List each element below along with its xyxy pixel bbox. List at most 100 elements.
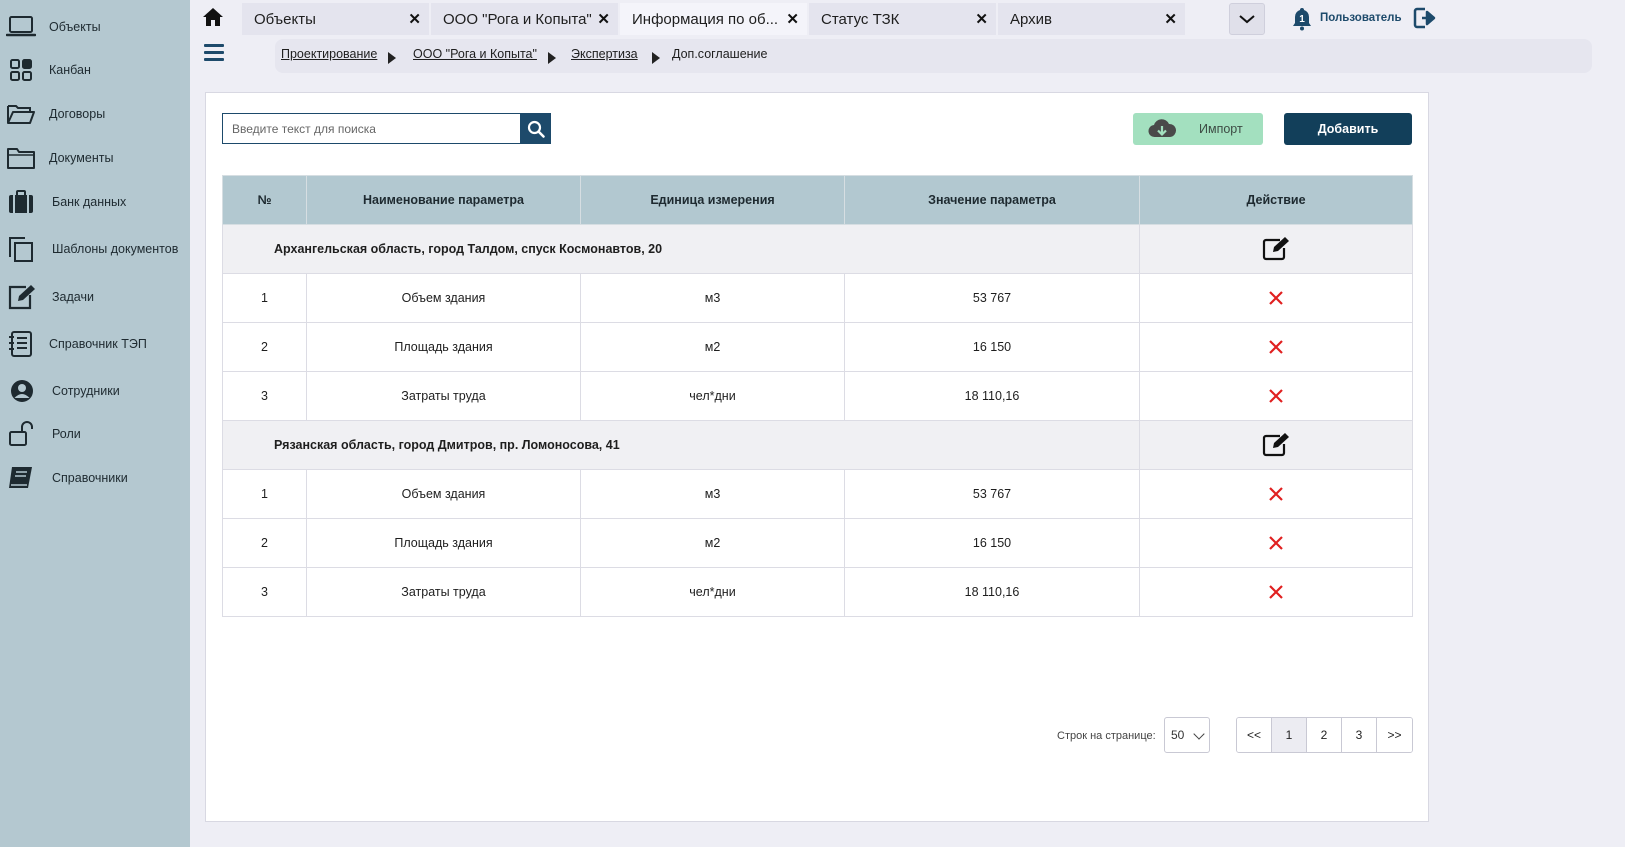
column-header-value: Значение параметра <box>844 175 1140 225</box>
cell-unit: м2 <box>580 518 845 568</box>
sidebar-item-kanban[interactable]: Канбан <box>0 52 190 88</box>
delete-icon[interactable] <box>1268 535 1284 551</box>
menu-icon[interactable] <box>204 44 224 64</box>
folder-icon <box>6 144 36 172</box>
tabs-dropdown-button[interactable] <box>1229 3 1265 35</box>
content-panel: Импорт Добавить № Наименование параметра… <box>205 92 1429 822</box>
sidebar-item-documents[interactable]: Документы <box>0 140 190 176</box>
breadcrumb-separator-icon <box>548 52 556 64</box>
sidebar-item-label: Банк данных <box>52 195 127 209</box>
sidebar-item-tep[interactable]: Справочник ТЭП <box>0 326 190 362</box>
tab-archive[interactable]: Архив ✕ <box>998 3 1185 35</box>
cell-action <box>1139 567 1413 617</box>
pagination: << 1 2 3 >> <box>1236 717 1413 753</box>
page-button-3[interactable]: 3 <box>1342 718 1377 752</box>
table-row: 2 Площадь здания м2 16 150 <box>222 518 1413 568</box>
search-icon <box>527 120 545 138</box>
table-group-row: Рязанская область, город Дмитров, пр. Ло… <box>222 420 1413 470</box>
edit-icon[interactable] <box>1262 236 1290 262</box>
kanban-grid-icon <box>6 56 36 84</box>
edit-icon <box>6 283 36 311</box>
cell-name: Площадь здания <box>306 518 581 568</box>
cell-unit: м3 <box>580 273 845 323</box>
cell-name: Объем здания <box>306 273 581 323</box>
tab-label: Статус ТЗК <box>821 10 900 28</box>
import-button-label: Импорт <box>1199 122 1243 136</box>
table-group-row: Архангельская область, город Талдом, спу… <box>222 224 1413 274</box>
breadcrumb-item-expertise[interactable]: Экспертиза <box>571 47 638 61</box>
search-input[interactable] <box>222 113 520 144</box>
page-button-2[interactable]: 2 <box>1307 718 1342 752</box>
checklist-icon <box>6 330 36 358</box>
tab-tzk-status[interactable]: Статус ТЗК ✕ <box>809 3 996 35</box>
sidebar-item-label: Документы <box>49 151 114 165</box>
cell-name: Объем здания <box>306 469 581 519</box>
breadcrumb-separator-icon <box>388 52 396 64</box>
rows-per-page-value: 50 <box>1171 728 1185 742</box>
delete-icon[interactable] <box>1268 339 1284 355</box>
sidebar-item-tasks[interactable]: Задачи <box>0 279 190 315</box>
cell-unit: м3 <box>580 469 845 519</box>
page-button-1[interactable]: 1 <box>1272 718 1307 752</box>
close-icon[interactable]: ✕ <box>786 10 799 28</box>
laptop-icon <box>6 13 36 41</box>
cell-action <box>1139 469 1413 519</box>
bell-icon[interactable]: 1 <box>1292 7 1312 31</box>
table-row: 1 Объем здания м3 53 767 <box>222 469 1413 519</box>
notification-count: 1 <box>1299 14 1305 25</box>
edit-icon[interactable] <box>1262 432 1290 458</box>
rows-per-page-select[interactable]: 50 <box>1164 717 1210 753</box>
cell-value: 53 767 <box>844 469 1140 519</box>
delete-icon[interactable] <box>1268 290 1284 306</box>
tab-objects[interactable]: Объекты ✕ <box>242 3 429 35</box>
cloud-download-icon <box>1148 119 1177 138</box>
cell-number: 3 <box>222 567 307 617</box>
cell-action <box>1139 371 1413 421</box>
breadcrumb: Проектирование ООО "Рога и Копыта" Экспе… <box>275 39 1592 73</box>
delete-icon[interactable] <box>1268 388 1284 404</box>
close-icon[interactable]: ✕ <box>408 10 421 28</box>
table-row: 2 Площадь здания м2 16 150 <box>222 322 1413 372</box>
sidebar-item-templates[interactable]: Шаблоны документов <box>0 231 190 267</box>
chevron-down-icon <box>1193 728 1205 740</box>
home-icon[interactable] <box>202 6 224 28</box>
tab-label: Объекты <box>254 10 316 28</box>
delete-icon[interactable] <box>1268 486 1284 502</box>
rows-per-page-label: Строк на странице: <box>1057 730 1156 742</box>
sidebar-item-roles[interactable]: Роли <box>0 416 190 452</box>
cell-unit: чел*дни <box>580 371 845 421</box>
table-row: 1 Объем здания м3 53 767 <box>222 273 1413 323</box>
sidebar-item-databank[interactable]: Банк данных <box>0 184 190 220</box>
sidebar-item-label: Справочники <box>52 471 128 485</box>
search-button[interactable] <box>520 113 551 144</box>
sidebar-item-label: Справочник ТЭП <box>49 337 147 351</box>
breadcrumb-item-current: Доп.соглашение <box>672 47 768 61</box>
breadcrumb-item-design[interactable]: Проектирование <box>281 47 377 61</box>
delete-icon[interactable] <box>1268 584 1284 600</box>
close-icon[interactable]: ✕ <box>975 10 988 28</box>
sidebar: Объекты Канбан Договоры Документы Банк д… <box>0 0 190 847</box>
sidebar-item-label: Задачи <box>52 290 94 304</box>
page-first-button[interactable]: << <box>1237 718 1272 752</box>
import-button[interactable]: Импорт <box>1133 113 1263 145</box>
column-header-unit: Единица измерения <box>580 175 845 225</box>
page-last-button[interactable]: >> <box>1377 718 1412 752</box>
logout-icon[interactable] <box>1413 6 1439 30</box>
close-icon[interactable]: ✕ <box>597 10 610 28</box>
sidebar-item-employees[interactable]: Сотрудники <box>0 373 190 409</box>
tab-object-info[interactable]: Информация по об... ✕ <box>620 3 807 35</box>
sidebar-item-objects[interactable]: Объекты <box>0 9 190 45</box>
sidebar-item-references[interactable]: Справочники <box>0 460 190 496</box>
chevron-down-icon <box>1239 15 1255 24</box>
table-header-row: № Наименование параметра Единица измерен… <box>222 175 1413 225</box>
book-icon <box>6 464 36 492</box>
close-icon[interactable]: ✕ <box>1164 10 1177 28</box>
cell-value: 18 110,16 <box>844 371 1140 421</box>
add-button[interactable]: Добавить <box>1284 113 1412 145</box>
cell-number: 2 <box>222 518 307 568</box>
briefcase-icon <box>6 188 36 216</box>
breadcrumb-item-company[interactable]: ООО "Рога и Копыта" <box>413 47 537 61</box>
user-menu[interactable]: Пользователь <box>1320 12 1402 24</box>
sidebar-item-contracts[interactable]: Договоры <box>0 96 190 132</box>
tab-company[interactable]: ООО "Рога и Копыта" ✕ <box>431 3 618 35</box>
